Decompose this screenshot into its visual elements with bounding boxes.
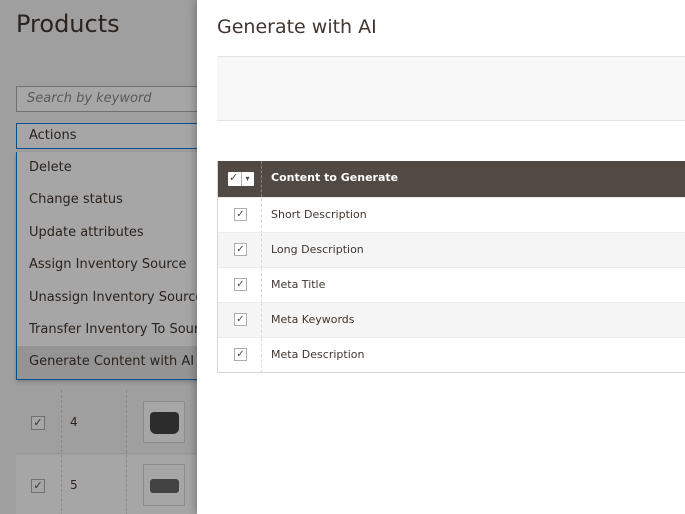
table-row: ✓ Short Description — [218, 197, 685, 233]
row-checkbox[interactable]: ✓ — [234, 243, 247, 256]
row-label: Short Description — [271, 208, 367, 221]
row-checkbox[interactable]: ✓ — [234, 348, 247, 361]
row-checkbox[interactable]: ✓ — [234, 313, 247, 326]
generate-ai-modal: Generate with AI ✓ ▾ Content to Generate… — [197, 0, 685, 514]
table-row: ✓ Long Description — [218, 232, 685, 268]
checkbox-cell: ✓ — [218, 303, 262, 338]
row-label: Meta Title — [271, 278, 326, 291]
table-header: ✓ ▾ Content to Generate — [218, 161, 685, 197]
row-checkbox[interactable]: ✓ — [234, 278, 247, 291]
row-label: Meta Description — [271, 348, 365, 361]
chevron-down-icon[interactable]: ▾ — [241, 172, 253, 186]
content-table: ✓ ▾ Content to Generate ✓ Short Descript… — [217, 161, 685, 373]
row-label: Meta Keywords — [271, 313, 355, 326]
checkbox-cell: ✓ — [218, 268, 262, 303]
checkbox-cell: ✓ — [218, 233, 262, 268]
table-row: ✓ Meta Description — [218, 337, 685, 373]
modal-title: Generate with AI — [217, 16, 377, 38]
checkbox-cell: ✓ — [218, 198, 262, 233]
column-header-content: Content to Generate — [271, 171, 399, 184]
modal-toolbar-area — [217, 56, 685, 121]
header-checkbox-cell: ✓ ▾ — [218, 161, 262, 197]
checkmark-icon: ✓ — [229, 171, 239, 184]
mass-select-control[interactable]: ✓ ▾ — [228, 171, 254, 186]
row-checkbox[interactable]: ✓ — [234, 208, 247, 221]
table-row: ✓ Meta Title — [218, 267, 685, 303]
table-row: ✓ Meta Keywords — [218, 302, 685, 338]
row-label: Long Description — [271, 243, 364, 256]
checkbox-cell: ✓ — [218, 338, 262, 373]
